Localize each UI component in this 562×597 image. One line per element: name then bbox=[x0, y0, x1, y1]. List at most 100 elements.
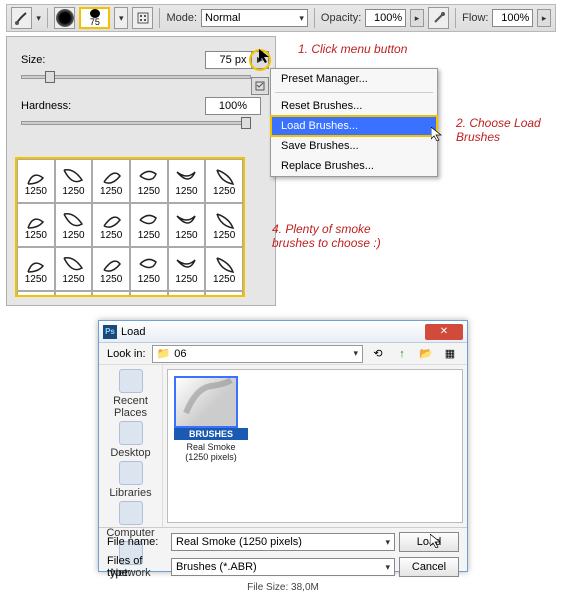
mode-label: Mode: bbox=[166, 12, 197, 24]
divider bbox=[455, 8, 456, 28]
opacity-flyout[interactable]: ▸ bbox=[410, 9, 424, 27]
slider-thumb[interactable] bbox=[45, 71, 55, 83]
place-computer[interactable]: Computer bbox=[103, 501, 159, 539]
brush-panel-toggle[interactable] bbox=[132, 7, 153, 29]
menu-load-brushes[interactable]: Load Brushes... bbox=[271, 116, 437, 136]
view-icon[interactable]: ▦ bbox=[441, 345, 459, 363]
brush-preset-cell[interactable]: 1250 bbox=[92, 247, 130, 291]
panel-flyout-menu: Preset Manager... Reset Brushes... Load … bbox=[270, 68, 438, 177]
mode-select[interactable]: Normal ▾ bbox=[201, 9, 308, 27]
annotation-4: 4. Plenty of smoke brushes to choose :) bbox=[272, 222, 392, 250]
place-recent[interactable]: Recent Places bbox=[103, 369, 159, 419]
dropdown-icon: ▾ bbox=[385, 537, 390, 548]
brush-preset-cell[interactable]: 1250 bbox=[130, 159, 168, 203]
brush-preset-cell[interactable]: 1250 bbox=[168, 291, 206, 297]
places-sidebar: Recent Places Desktop Libraries Computer… bbox=[99, 365, 163, 527]
brush-preset-cell[interactable]: 1250 bbox=[17, 247, 55, 291]
dropdown-icon: ▾ bbox=[299, 13, 304, 24]
brush-preset-grid: 1250125012501250125012501250125012501250… bbox=[15, 157, 245, 297]
flow-flyout[interactable]: ▸ bbox=[537, 9, 551, 27]
file-list-pane[interactable]: BRUSHES Real Smoke (1250 pixels) bbox=[167, 369, 463, 523]
lookin-label: Look in: bbox=[107, 348, 146, 360]
menu-replace-brushes[interactable]: Replace Brushes... bbox=[271, 156, 437, 176]
brush-preset-cell[interactable]: 1250 bbox=[17, 203, 55, 247]
opacity-value[interactable]: 100% bbox=[365, 9, 406, 27]
lookin-row: Look in: 📁 06 ▾ ⟲ ↑ 📂 ▦ bbox=[99, 343, 467, 365]
load-button[interactable]: Load bbox=[399, 532, 459, 552]
menu-save-brushes[interactable]: Save Brushes... bbox=[271, 136, 437, 156]
cursor-icon bbox=[430, 534, 442, 548]
brush-preset-cell[interactable]: 1250 bbox=[130, 203, 168, 247]
brush-size-dropdown[interactable]: ▾ bbox=[114, 7, 128, 29]
load-dialog: Ps Load ✕ Look in: 📁 06 ▾ ⟲ ↑ 📂 ▦ Recent… bbox=[98, 320, 468, 572]
brush-preset-cell[interactable]: 1250 bbox=[205, 159, 243, 203]
brush-preset-cell[interactable]: 1250 bbox=[205, 247, 243, 291]
brush-preview[interactable] bbox=[54, 7, 75, 29]
up-folder-icon[interactable]: ↑ bbox=[393, 345, 411, 363]
brush-preset-cell[interactable]: 1250 bbox=[17, 291, 55, 297]
menu-separator bbox=[275, 92, 433, 93]
lookin-field[interactable]: 📁 06 ▾ bbox=[152, 345, 363, 363]
brush-preset-cell[interactable]: 1250 bbox=[205, 203, 243, 247]
filetype-field[interactable]: Brushes (*.ABR)▾ bbox=[171, 558, 395, 576]
folder-icon: 📁 bbox=[157, 347, 171, 360]
flow-label: Flow: bbox=[462, 12, 488, 24]
divider bbox=[314, 8, 315, 28]
annotation-2: 2. Choose Load Brushes bbox=[456, 116, 556, 144]
annotation-1: 1. Click menu button bbox=[298, 42, 407, 56]
divider bbox=[159, 8, 160, 28]
brush-preset-cell[interactable]: 1250 bbox=[55, 203, 93, 247]
lookin-value: 06 bbox=[174, 348, 186, 360]
brush-preset-cell[interactable]: 1250 bbox=[17, 159, 55, 203]
dropdown-icon: ▾ bbox=[385, 562, 390, 573]
cursor-icon bbox=[259, 49, 271, 63]
new-preset-button[interactable] bbox=[251, 77, 269, 95]
size-row: Size: 75 px bbox=[21, 51, 261, 69]
brush-preset-cell[interactable]: 1250 bbox=[55, 291, 93, 297]
filename-label: File name: bbox=[107, 536, 167, 548]
menu-preset-manager[interactable]: Preset Manager... bbox=[271, 69, 437, 89]
brush-preset-cell[interactable]: 1250 bbox=[205, 291, 243, 297]
hardness-label: Hardness: bbox=[21, 100, 71, 112]
brush-preset-cell[interactable]: 1250 bbox=[92, 203, 130, 247]
cancel-button[interactable]: Cancel bbox=[399, 557, 459, 577]
close-button[interactable]: ✕ bbox=[425, 324, 463, 340]
file-item-brush[interactable]: BRUSHES Real Smoke (1250 pixels) bbox=[174, 376, 248, 462]
size-slider[interactable] bbox=[21, 75, 251, 79]
tablet-pressure-icon[interactable] bbox=[428, 7, 449, 29]
dialog-title: Load bbox=[121, 326, 145, 338]
brush-preset-cell[interactable]: 1250 bbox=[92, 159, 130, 203]
brush-preset-panel: Size: 75 px Hardness: 100% 1250125012501… bbox=[6, 36, 276, 306]
file-caption: Real Smoke (1250 pixels) bbox=[174, 442, 248, 462]
file-badge: BRUSHES bbox=[174, 428, 248, 440]
brush-tool-icon[interactable] bbox=[11, 7, 32, 29]
hardness-row: Hardness: 100% bbox=[21, 97, 261, 115]
hardness-slider[interactable] bbox=[21, 121, 251, 125]
brush-preset-cell[interactable]: 1250 bbox=[92, 291, 130, 297]
new-folder-icon[interactable]: 📂 bbox=[417, 345, 435, 363]
brush-size-selector[interactable]: 75 bbox=[79, 7, 110, 29]
size-label: Size: bbox=[21, 54, 45, 66]
app-icon: Ps bbox=[103, 325, 117, 339]
brush-preset-cell[interactable]: 1250 bbox=[130, 291, 168, 297]
brush-preset-cell[interactable]: 1250 bbox=[55, 159, 93, 203]
brush-size-number: 75 bbox=[90, 18, 100, 27]
place-libraries[interactable]: Libraries bbox=[103, 461, 159, 499]
brush-preset-cell[interactable]: 1250 bbox=[168, 159, 206, 203]
grid-scrollbar[interactable]: ▴ ▾ bbox=[244, 159, 245, 295]
options-bar: ▾ 75 ▾ Mode: Normal ▾ Opacity: 100% ▸ Fl… bbox=[6, 4, 556, 32]
brush-preset-cell[interactable]: 1250 bbox=[55, 247, 93, 291]
filename-field[interactable]: Real Smoke (1250 pixels)▾ bbox=[171, 533, 395, 551]
tool-dropdown-icon[interactable]: ▾ bbox=[36, 13, 41, 24]
hardness-input[interactable]: 100% bbox=[205, 97, 261, 115]
brush-preset-cell[interactable]: 1250 bbox=[168, 247, 206, 291]
brush-preset-cell[interactable]: 1250 bbox=[130, 247, 168, 291]
place-desktop[interactable]: Desktop bbox=[103, 421, 159, 459]
slider-thumb[interactable] bbox=[241, 117, 251, 129]
brush-preset-cell[interactable]: 1250 bbox=[168, 203, 206, 247]
file-size-status: File Size: 38,0M bbox=[107, 582, 459, 593]
opacity-label: Opacity: bbox=[321, 12, 361, 24]
menu-reset-brushes[interactable]: Reset Brushes... bbox=[271, 96, 437, 116]
flow-value[interactable]: 100% bbox=[492, 9, 533, 27]
back-icon[interactable]: ⟲ bbox=[369, 345, 387, 363]
